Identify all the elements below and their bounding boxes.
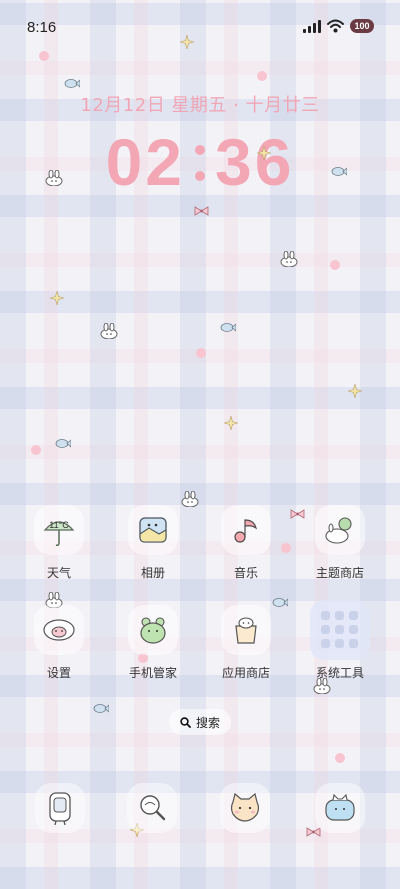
sparkle-sticker-icon [50, 291, 64, 305]
app-theme-store[interactable]: 主题商店 [300, 505, 380, 581]
bow-sticker-icon [194, 206, 209, 216]
app-store-bag-icon [221, 605, 271, 655]
dock-camera[interactable] [220, 783, 270, 833]
clock-minutes: 36 [215, 125, 295, 199]
phone-icon [49, 792, 71, 826]
app-phone-manager[interactable]: 手机管家 [113, 605, 193, 681]
search-label: 搜索 [195, 715, 220, 730]
app-label: 天气 [46, 566, 71, 580]
fish-sticker-icon [93, 704, 109, 713]
dock-phone[interactable] [35, 783, 85, 833]
app-label: 音乐 [233, 566, 258, 580]
flower-sticker-icon [31, 445, 41, 455]
signal-icon [303, 19, 321, 33]
magnifier-icon [140, 795, 166, 821]
flower-sticker-icon [39, 51, 49, 61]
status-time: 8:16 [27, 19, 57, 36]
search-button[interactable]: 搜索 [169, 709, 231, 735]
folder-icon [310, 600, 370, 660]
music-note-icon [221, 505, 271, 555]
app-label: 系统工具 [315, 666, 364, 680]
sparkle-sticker-icon [180, 35, 194, 49]
weather-temperature: 11°C [49, 520, 69, 530]
app-label: 手机管家 [128, 666, 177, 680]
sparkle-sticker-icon [257, 146, 271, 160]
sparkle-sticker-icon [348, 384, 362, 398]
sparkle-sticker-icon [224, 416, 238, 430]
dock-browser[interactable] [127, 783, 177, 833]
status-icons: 100 [303, 19, 374, 33]
app-label: 主题商店 [315, 566, 364, 580]
fish-sticker-icon [64, 79, 80, 88]
gallery-icon [128, 505, 178, 555]
battery-icon: 100 [350, 19, 374, 33]
bunny-sticker-icon [100, 323, 118, 339]
wifi-icon [327, 19, 344, 33]
clock-hours: 02 [105, 125, 185, 199]
camera-cat-icon [325, 793, 355, 821]
clock-separator [185, 129, 215, 195]
bunny-sticker-icon [45, 170, 63, 186]
theme-store-icon [315, 505, 365, 555]
app-music[interactable]: 音乐 [206, 505, 286, 581]
fish-sticker-icon [220, 323, 236, 332]
flower-sticker-icon [196, 348, 206, 358]
bunny-sticker-icon [280, 251, 298, 267]
flower-sticker-icon [335, 753, 345, 763]
bow-sticker-icon [306, 827, 321, 837]
phone-manager-frog-icon [128, 605, 178, 655]
cat-face-icon [230, 792, 260, 822]
app-weather[interactable]: 11°C 天气 [19, 505, 99, 581]
flower-sticker-icon [330, 260, 340, 270]
app-app-store[interactable]: 应用商店 [206, 605, 286, 681]
lock-date: 12月12日 星期五 · 十月廿三 [80, 95, 320, 116]
app-label: 相册 [140, 566, 165, 580]
flower-sticker-icon [257, 71, 267, 81]
weather-umbrella-icon: 11°C [34, 505, 84, 555]
fish-sticker-icon [55, 439, 71, 448]
fish-sticker-icon [331, 167, 347, 176]
dock-messages[interactable] [315, 783, 365, 833]
search-icon [180, 716, 191, 728]
app-gallery[interactable]: 相册 [113, 505, 193, 581]
clock[interactable]: 02 36 [0, 124, 400, 200]
status-bar: 8:16 100 [0, 0, 400, 46]
settings-sheep-icon [34, 605, 84, 655]
app-label: 应用商店 [221, 666, 270, 680]
app-label: 设置 [46, 666, 71, 680]
app-settings[interactable]: 设置 [19, 605, 99, 681]
folder-system-tools[interactable]: 系统工具 [300, 600, 380, 681]
